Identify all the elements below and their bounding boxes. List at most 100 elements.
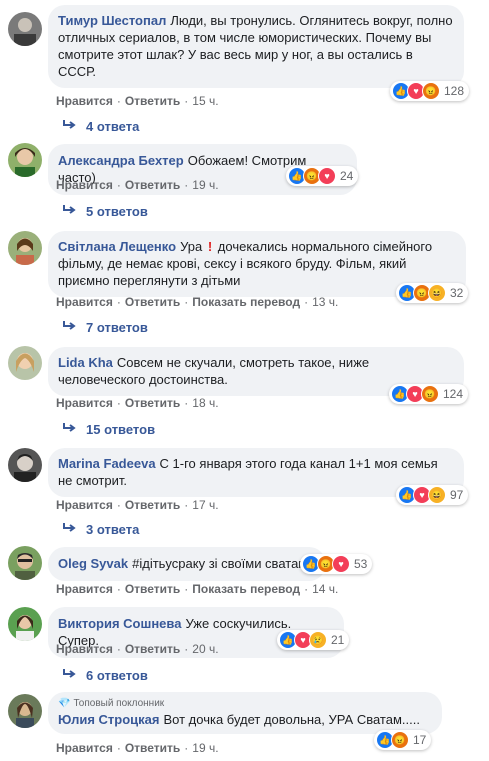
haha-icon: 😆 — [428, 486, 446, 504]
timestamp[interactable]: 18 ч. — [192, 396, 218, 410]
reaction-summary[interactable]: 👍 ♥ 😆 97 — [396, 485, 469, 505]
comment-actions: Нравится · Ответить · 20 ч. — [56, 642, 219, 656]
avatar[interactable] — [8, 346, 42, 380]
like-button[interactable]: Нравится — [56, 582, 113, 596]
reply-button[interactable]: Ответить — [125, 642, 180, 656]
reaction-count: 53 — [354, 557, 368, 571]
comment-bubble: 💎 Топовый поклонник Юлия Строцкая Вот дочк… — [48, 692, 442, 734]
comment-5: Marina Fadeeva С 1-го января этого года к… — [0, 445, 489, 515]
show-translation-button[interactable]: Показать перевод — [192, 295, 300, 309]
view-replies-button[interactable]: 15 ответов — [62, 422, 155, 437]
comment-bubble: Тимур Шестопал Люди, вы тронулись. Огляни… — [48, 5, 464, 88]
reaction-count: 21 — [331, 633, 345, 647]
view-replies-button[interactable]: 6 ответов — [62, 668, 148, 683]
comment-author[interactable]: Oleg Syvak — [58, 556, 128, 571]
reply-button[interactable]: Ответить — [125, 498, 180, 512]
view-replies-button[interactable]: 4 ответа — [62, 119, 139, 134]
comment-author[interactable]: Lida Kha — [58, 355, 113, 370]
view-replies-button[interactable]: 5 ответов — [62, 204, 148, 219]
comment-text: #ідітьусраку зі своїми сватами — [132, 556, 315, 571]
reaction-count: 97 — [450, 488, 464, 502]
timestamp[interactable]: 20 ч. — [192, 642, 218, 656]
comment-actions: Нравится · Ответить · 17 ч. — [56, 498, 219, 512]
timestamp[interactable]: 14 ч. — [312, 582, 338, 596]
angry-icon: 😠 — [422, 82, 440, 100]
reply-arrow-icon — [62, 422, 78, 437]
comment-bubble: Oleg Syvak #ідітьусраку зі своїми сватами — [48, 547, 326, 581]
comment-actions: Нравится · Ответить · 18 ч. — [56, 396, 219, 410]
reply-button[interactable]: Ответить — [125, 741, 180, 755]
view-replies-button[interactable]: 3 ответа — [62, 522, 139, 537]
timestamp[interactable]: 13 ч. — [312, 295, 338, 309]
avatar[interactable] — [8, 448, 42, 482]
reaction-summary[interactable]: 👍 ♥ 😠 128 — [390, 81, 470, 101]
avatar[interactable] — [8, 12, 42, 46]
reply-button[interactable]: Ответить — [125, 94, 180, 108]
like-button[interactable]: Нравится — [56, 642, 113, 656]
reply-arrow-icon — [62, 320, 78, 335]
reaction-summary[interactable]: 👍 😠 😆 32 — [396, 283, 469, 303]
avatar[interactable] — [8, 231, 42, 265]
comment-author[interactable]: Світлана Лещенко — [58, 239, 176, 254]
haha-icon: 😆 — [428, 284, 446, 302]
love-icon: ♥ — [332, 555, 350, 573]
comment-6: Oleg Syvak #ідітьусраку зі своїми сватами… — [0, 544, 489, 600]
reply-arrow-icon — [62, 119, 78, 134]
comment-actions: Нравится · Ответить · 15 ч. — [56, 94, 219, 108]
view-replies-button[interactable]: 7 ответов — [62, 320, 148, 335]
comment-4: Lida Kha Совсем не скучали, смотреть тако… — [0, 344, 489, 414]
reply-button[interactable]: Ответить — [125, 178, 180, 192]
reaction-summary[interactable]: 👍 ♥ 😠 124 — [389, 384, 469, 404]
comment-text: Вот дочка будет довольна, УРА Сватам....… — [163, 712, 420, 727]
reply-arrow-icon — [62, 204, 78, 219]
comment-author[interactable]: Marina Fadeeva — [58, 456, 156, 471]
timestamp[interactable]: 15 ч. — [192, 94, 218, 108]
comment-actions: Нравится · Ответить · Показать перевод · 14 ч. — [56, 582, 339, 596]
top-fan-badge: 💎 Топовый поклонник — [58, 698, 165, 709]
reaction-summary[interactable]: 👍 😠 ♥ 24 — [286, 166, 359, 186]
comment-text-pre: Ура — [180, 239, 203, 254]
reply-button[interactable]: Ответить — [125, 582, 180, 596]
show-translation-button[interactable]: Показать перевод — [192, 582, 300, 596]
comment-actions: Нравится · Ответить · 19 ч. — [56, 178, 219, 192]
avatar[interactable] — [8, 143, 42, 177]
love-icon: ♥ — [318, 167, 336, 185]
timestamp[interactable]: 17 ч. — [192, 498, 218, 512]
like-button[interactable]: Нравится — [56, 295, 113, 309]
angry-icon: 😠 — [421, 385, 439, 403]
comment-1: Тимур Шестопал Люди, вы тронулись. Огляни… — [0, 0, 489, 121]
comment-author[interactable]: Юлия Строцкая — [58, 712, 159, 727]
reply-button[interactable]: Ответить — [125, 295, 180, 309]
like-button[interactable]: Нравится — [56, 94, 113, 108]
comment-author[interactable]: Тимур Шестопал — [58, 13, 166, 28]
like-button[interactable]: Нравится — [56, 178, 113, 192]
reaction-count: 17 — [413, 733, 427, 747]
reply-arrow-icon — [62, 668, 78, 683]
comment-author[interactable]: Виктория Сошнева — [58, 616, 181, 631]
timestamp[interactable]: 19 ч. — [192, 741, 218, 755]
reaction-summary[interactable]: 👍 😠 ♥ 53 — [300, 554, 373, 574]
comment-actions: Нравится · Ответить · Показать перевод · 13 ч. — [56, 295, 339, 309]
reaction-summary[interactable]: 👍 ♥ 😢 21 — [277, 630, 350, 650]
comment-8: 💎 Топовый поклонник Юлия Строцкая Вот дочк… — [0, 692, 489, 761]
like-button[interactable]: Нравится — [56, 396, 113, 410]
avatar[interactable] — [8, 546, 42, 580]
comment-actions: Нравится · Ответить · 19 ч. — [56, 741, 219, 755]
avatar[interactable] — [8, 694, 42, 728]
sad-icon: 😢 — [309, 631, 327, 649]
comment-7: Виктория Сошнева Уже соскучились. Супер. … — [0, 604, 489, 664]
like-button[interactable]: Нравится — [56, 741, 113, 755]
angry-icon: 😠 — [391, 731, 409, 749]
reaction-count: 128 — [444, 84, 465, 98]
reply-arrow-icon — [62, 522, 78, 537]
reaction-count: 124 — [443, 387, 464, 401]
reaction-count: 32 — [450, 286, 464, 300]
comment-author[interactable]: Александра Бехтер — [58, 153, 184, 168]
reaction-summary[interactable]: 👍 😠 17 — [374, 730, 432, 750]
timestamp[interactable]: 19 ч. — [192, 178, 218, 192]
avatar[interactable] — [8, 607, 42, 641]
reply-button[interactable]: Ответить — [125, 396, 180, 410]
like-button[interactable]: Нравится — [56, 498, 113, 512]
exclamation-mark: ! — [207, 239, 213, 254]
diamond-icon: 💎 — [58, 698, 71, 709]
